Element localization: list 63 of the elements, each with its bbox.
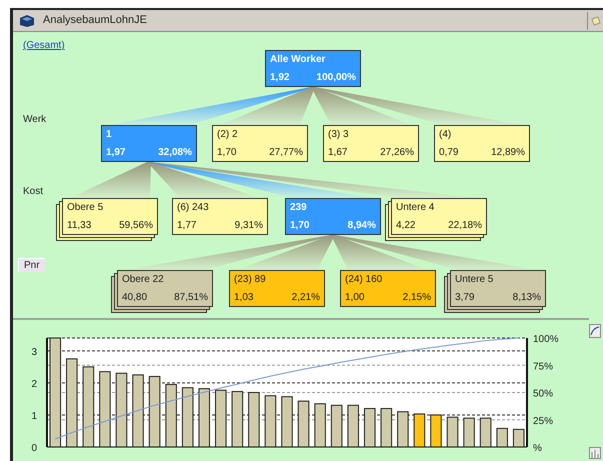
node-share: 12,89%: [491, 146, 525, 159]
node-title: Untere 4: [396, 201, 436, 214]
node-share: 100,00%: [316, 71, 356, 84]
node-value: 11,33: [67, 219, 92, 232]
overall-link[interactable]: (Gesamt): [23, 38, 65, 53]
node-value: 1,92: [270, 71, 290, 84]
left-axis-label: 1: [31, 410, 37, 422]
tree-node[interactable]: Obere 5 11,33 59,56%: [62, 198, 158, 235]
node-value: 0,79: [439, 146, 458, 159]
tree-node[interactable]: (2) 2 1,70 27,77%: [212, 125, 308, 162]
left-axis-label: 3: [31, 346, 37, 358]
left-axis-label: 0: [31, 443, 37, 454]
right-axis-label: 25%: [533, 416, 554, 427]
node-value: 1,77: [177, 219, 196, 232]
tree-node[interactable]: (4) 0,79 12,89%: [434, 125, 530, 162]
node-title: (2) 2: [217, 128, 239, 141]
level-button[interactable]: Pnr: [18, 258, 45, 272]
window-title: AnalysebaumLohnJE: [43, 13, 147, 28]
node-share: 22,18%: [448, 219, 482, 232]
tree-node[interactable]: (23) 89 1,03 2,21%: [229, 270, 325, 307]
level-label: Werk: [23, 113, 46, 127]
node-value: 1,03: [234, 291, 254, 304]
right-axis-label: 50%: [533, 388, 554, 400]
node-value: 1,67: [328, 146, 348, 159]
node-value: 1,00: [345, 291, 364, 304]
node-title: Obere 5: [67, 201, 104, 214]
node-title: Untere 5: [455, 273, 494, 286]
node-value: 1,70: [217, 146, 236, 159]
node-share: 87,51%: [174, 291, 208, 304]
node-title: 1: [106, 128, 113, 141]
node-value: 1,70: [290, 219, 310, 232]
right-axis-label: %: [533, 443, 542, 454]
node-share: 32,08%: [158, 146, 192, 159]
right-axis-label: 100%: [533, 334, 559, 345]
node-title: (3) 3: [328, 128, 350, 141]
node-share: 2,21%: [292, 291, 320, 304]
node-share: 9,31%: [234, 219, 263, 232]
tree-node[interactable]: Untere 5 3,79 8,13%: [450, 270, 546, 307]
node-title: (23) 89: [234, 273, 267, 286]
tree-node[interactable]: (6) 243 1,77 9,31%: [172, 198, 268, 235]
node-share: 27,77%: [269, 146, 303, 159]
level-label: Kost: [23, 185, 44, 199]
node-share: 2,15%: [402, 291, 431, 304]
node-value: 3,79: [455, 291, 474, 304]
node-title: (4): [439, 128, 452, 141]
node-share: 59,56%: [119, 219, 153, 232]
node-title: Alle Worker: [270, 53, 326, 66]
node-share: 8,94%: [348, 219, 376, 232]
node-title: Obere 22: [122, 273, 165, 286]
tree-node[interactable]: Obere 22 40,80 87,51%: [117, 270, 213, 307]
node-value: 40,80: [122, 291, 148, 304]
node-title: (6) 243: [177, 201, 210, 214]
left-axis-label: 2: [31, 378, 37, 390]
node-title: (24) 160: [345, 273, 384, 286]
node-title: 239: [290, 201, 308, 214]
right-axis-label: 75%: [533, 361, 554, 372]
node-value: 4,22: [396, 219, 416, 232]
node-value: 1,97: [106, 146, 126, 159]
node-share: 8,13%: [512, 291, 541, 304]
tree-node[interactable]: Untere 4 4,22 22,18%: [391, 198, 487, 235]
node-share: 27,26%: [380, 146, 414, 159]
tree-node[interactable]: (3) 3 1,67 27,26%: [323, 125, 419, 162]
tree-node[interactable]: (24) 160 1,00 2,15%: [340, 270, 436, 307]
